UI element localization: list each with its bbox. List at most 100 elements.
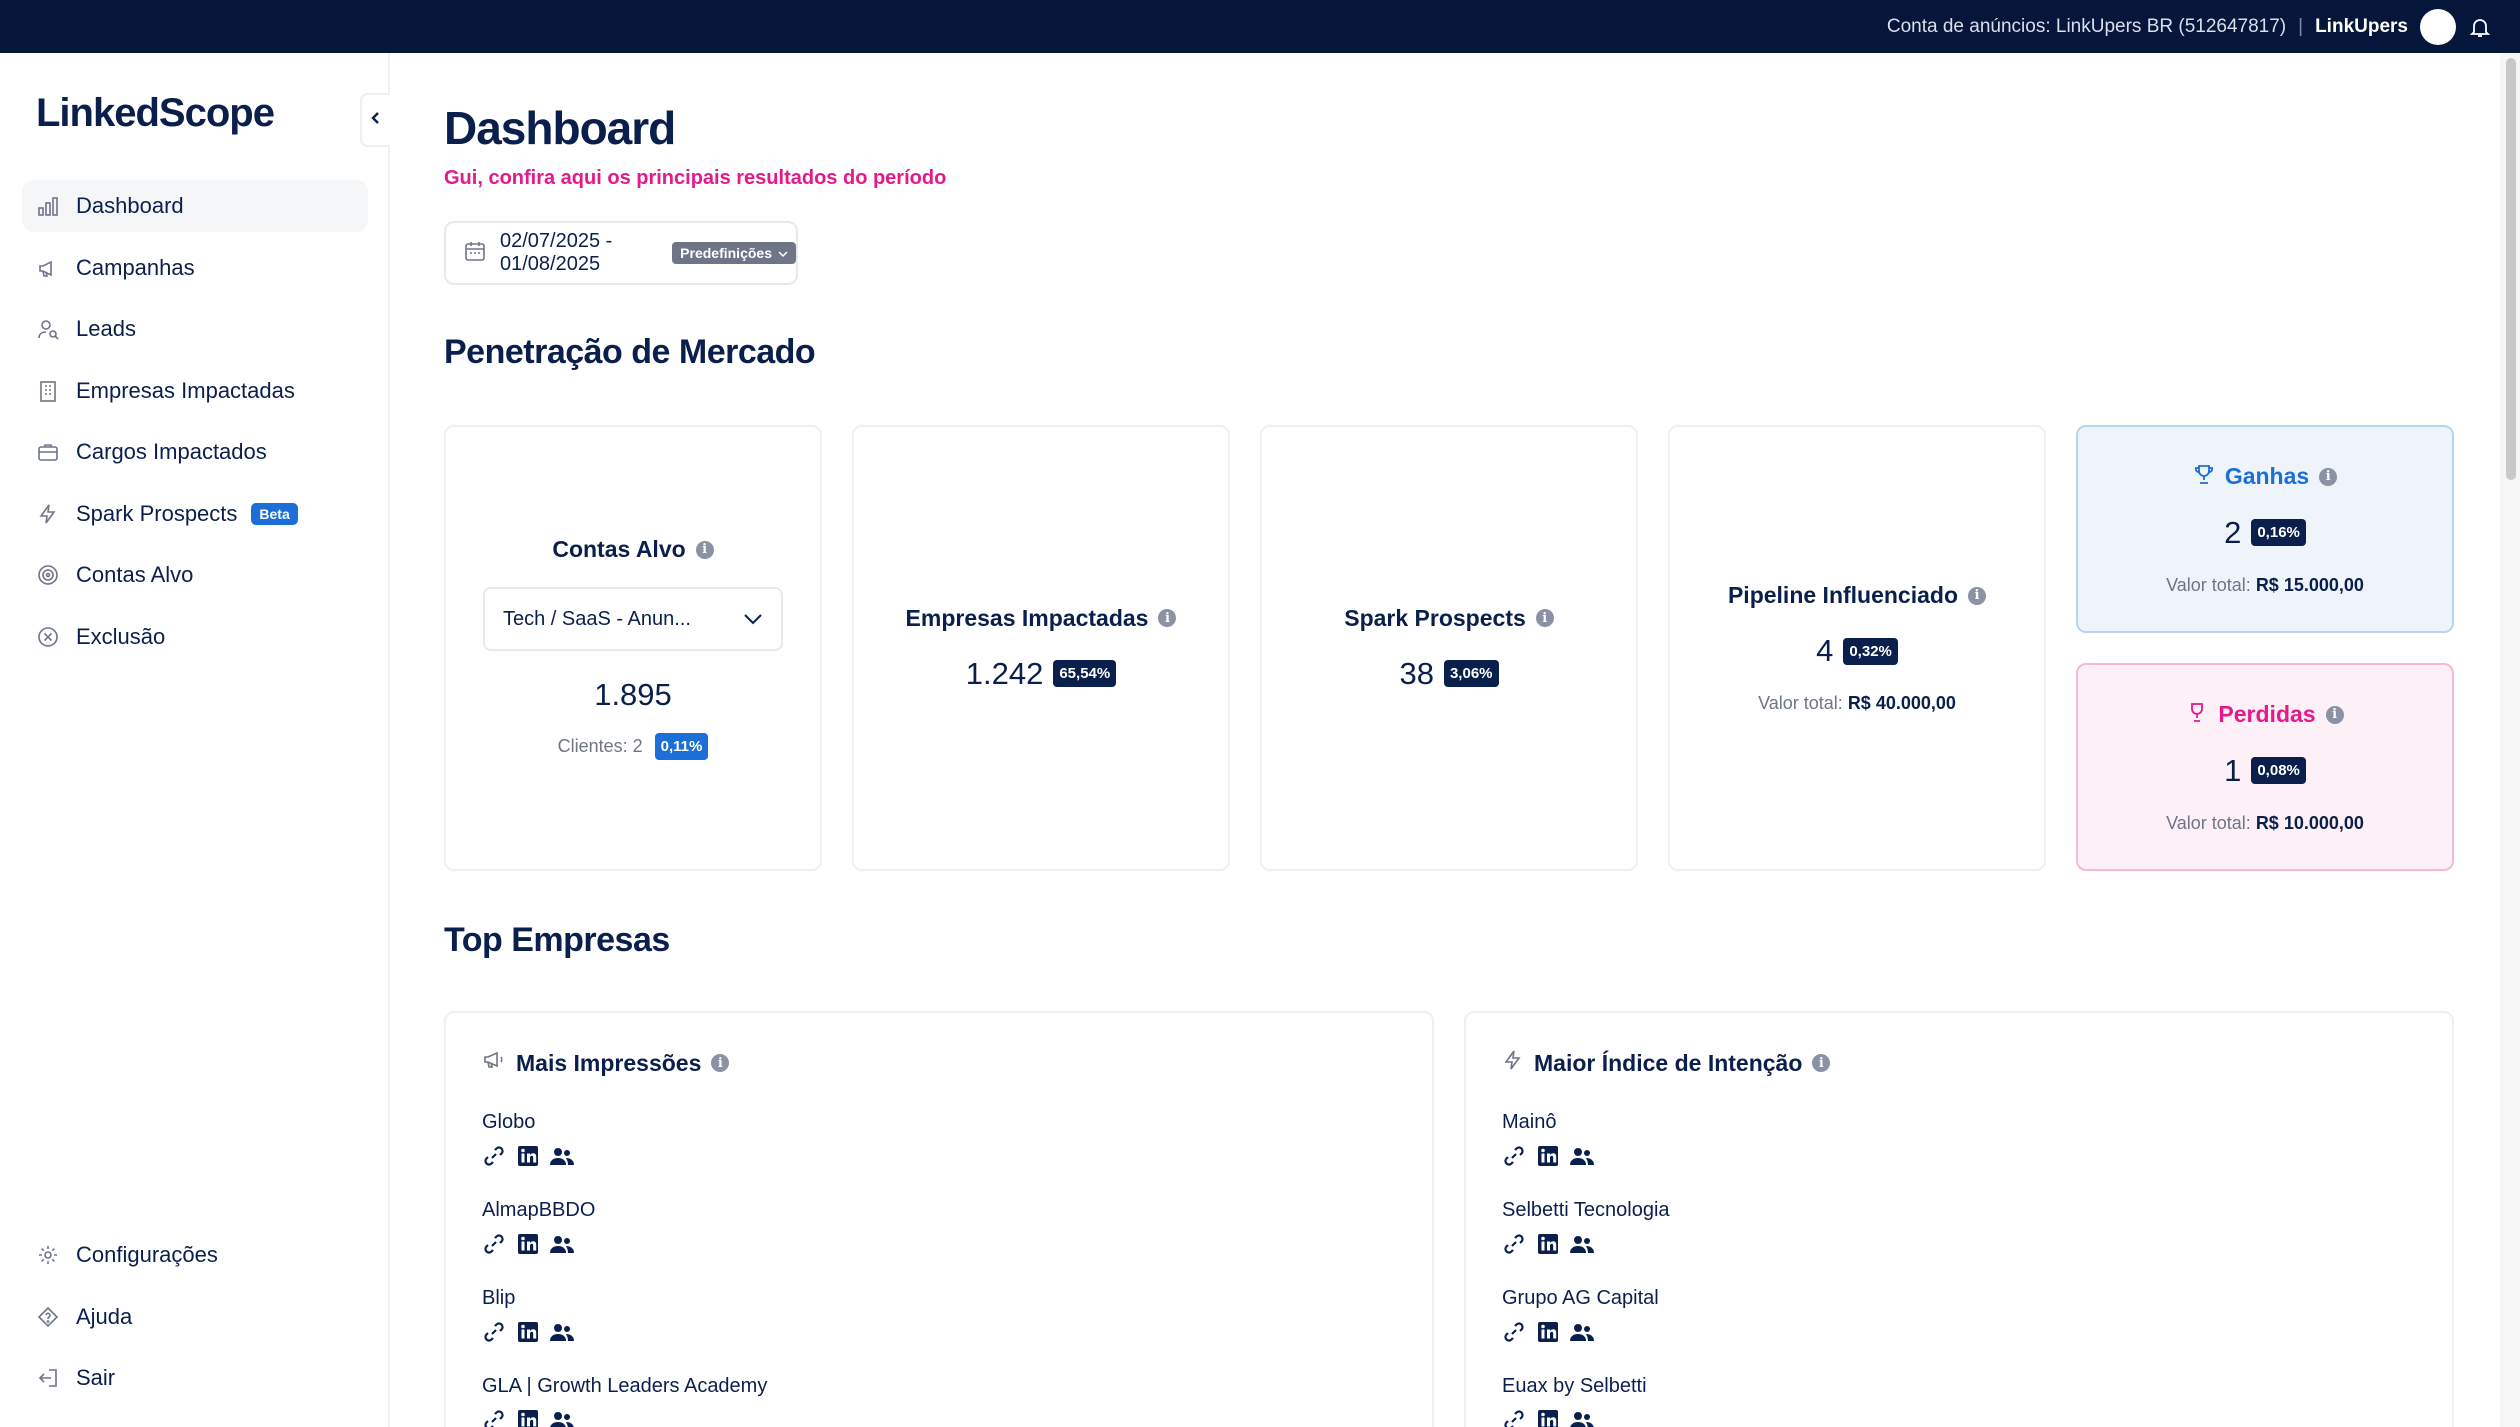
company-name: Globo: [482, 1111, 536, 1133]
info-icon[interactable]: i: [1535, 609, 1554, 627]
total-label: Valor total:: [2166, 812, 2251, 833]
linkedin-icon[interactable]: [1536, 1408, 1560, 1427]
perdidas-value: 1: [2224, 752, 2242, 788]
card-pipeline-influenciado: Pipeline Influenciado i 4 0,32% Valor to…: [1668, 425, 2046, 871]
card-contas-alvo: Contas Alvo i Tech / SaaS - Anun... 1.89…: [444, 425, 822, 871]
people-icon[interactable]: [1570, 1408, 1594, 1427]
card-title-text: Spark Prospects: [1344, 604, 1526, 631]
linkedin-icon[interactable]: [516, 1232, 540, 1256]
info-icon[interactable]: i: [1968, 586, 1987, 605]
sidebar-item-label: Sair: [76, 1365, 116, 1390]
sidebar-item-configuracoes[interactable]: Configurações: [22, 1229, 368, 1281]
card-title-text: Empresas Impactadas: [905, 604, 1149, 631]
sidebar-item-label: Campanhas: [76, 254, 195, 280]
linkedin-icon[interactable]: [516, 1408, 540, 1427]
linkedin-icon[interactable]: [516, 1320, 540, 1344]
user-name[interactable]: LinkUpers: [2315, 16, 2408, 38]
info-icon[interactable]: i: [695, 540, 714, 559]
linkedin-icon[interactable]: [1536, 1144, 1560, 1168]
pipeline-value: 4: [1816, 633, 1834, 668]
people-icon[interactable]: [550, 1320, 574, 1344]
people-icon[interactable]: [550, 1144, 574, 1168]
sidebar-item-ajuda[interactable]: Ajuda: [22, 1291, 368, 1343]
calendar-icon: [464, 240, 486, 267]
clients-line: Clientes: 2 0,11%: [558, 733, 709, 760]
link-icon[interactable]: [482, 1144, 506, 1168]
date-range-picker[interactable]: 02/07/2025 - 01/08/2025 Predefinições: [444, 221, 798, 285]
total-line: Valor total: R$ 15.000,00: [2166, 575, 2364, 596]
people-icon[interactable]: [1570, 1320, 1594, 1344]
collapse-sidebar-button[interactable]: [360, 93, 390, 147]
avatar[interactable]: [2420, 8, 2456, 45]
info-icon[interactable]: i: [1158, 609, 1177, 627]
company-name: Selbetti Tecnologia: [1502, 1199, 1670, 1221]
info-icon[interactable]: i: [2319, 467, 2338, 486]
sidebar-item-leads[interactable]: Leads: [22, 303, 368, 355]
sidebar-item-campanhas[interactable]: Campanhas: [22, 242, 368, 294]
sidebar-item-contas-alvo[interactable]: Contas Alvo: [22, 549, 368, 601]
people-icon[interactable]: [1570, 1232, 1594, 1256]
help-icon: [36, 1305, 60, 1329]
spark-value: 38: [1399, 655, 1434, 691]
link-icon[interactable]: [482, 1232, 506, 1256]
topbar-right: Conta de anúncios: LinkUpers BR (5126478…: [1887, 0, 2492, 53]
company-actions: [482, 1144, 767, 1168]
company-actions: [482, 1232, 767, 1256]
list-item: Grupo AG Capital: [1502, 1287, 1670, 1375]
sidebar-item-cargos-impactados[interactable]: Cargos Impactados: [22, 426, 368, 478]
sidebar-item-spark-prospects[interactable]: Spark Prospects Beta: [22, 488, 368, 540]
spark-pct-badge: 3,06%: [1443, 660, 1499, 687]
card-title: Mais Impressões i: [482, 1049, 730, 1077]
lightning-icon: [36, 502, 60, 526]
target-list-select[interactable]: Tech / SaaS - Anun...: [483, 587, 783, 651]
list-item: Euax by Selbetti: [1502, 1375, 1670, 1427]
info-icon[interactable]: i: [2325, 705, 2344, 724]
linkedin-icon[interactable]: [1536, 1232, 1560, 1256]
link-icon[interactable]: [482, 1320, 506, 1344]
sidebar-nav: Dashboard Campanhas Leads Empresas Impac…: [22, 180, 368, 672]
chevron-left-icon: [369, 110, 383, 131]
market-section-title: Penetração de Mercado: [444, 333, 816, 371]
logo[interactable]: LinkedScope: [36, 91, 275, 136]
company-actions: [1502, 1320, 1670, 1344]
sidebar-item-label: Ajuda: [76, 1303, 133, 1329]
link-icon[interactable]: [1502, 1144, 1526, 1168]
chevron-down-icon: [778, 245, 788, 261]
list-item: GLA | Growth Leaders Academy: [482, 1375, 767, 1427]
info-icon[interactable]: i: [1812, 1054, 1831, 1072]
sidebar-item-label: Empresas Impactadas: [76, 377, 295, 403]
linkedin-icon[interactable]: [1536, 1320, 1560, 1344]
bell-icon[interactable]: [2468, 15, 2492, 39]
company-name: Euax by Selbetti: [1502, 1375, 1647, 1397]
link-icon[interactable]: [1502, 1232, 1526, 1256]
sidebar: LinkedScope Dashboard Campanhas Leads Em…: [0, 53, 390, 1427]
sidebar-item-label: Dashboard: [76, 193, 184, 218]
page-subtitle: Gui, confira aqui os principais resultad…: [444, 167, 947, 189]
megaphone-icon: [36, 256, 60, 280]
info-icon[interactable]: i: [711, 1054, 730, 1072]
link-icon[interactable]: [1502, 1408, 1526, 1427]
presets-dropdown[interactable]: Predefinições: [672, 242, 796, 264]
target-icon: [36, 563, 60, 587]
card-title: Spark Prospects i: [1344, 605, 1554, 632]
top-companies-section-title: Top Empresas: [444, 921, 670, 959]
scrollbar-thumb[interactable]: [2506, 58, 2516, 480]
sidebar-item-exclusao[interactable]: Exclusão: [22, 611, 368, 663]
total-value: R$ 15.000,00: [2255, 574, 2364, 595]
total-label: Valor total:: [2166, 574, 2251, 595]
list-item: AlmapBBDO: [482, 1199, 767, 1287]
linkedin-icon[interactable]: [516, 1144, 540, 1168]
sidebar-item-empresas-impactadas[interactable]: Empresas Impactadas: [22, 365, 368, 417]
contas-alvo-value: 1.895: [594, 677, 672, 712]
link-icon[interactable]: [482, 1408, 506, 1427]
sidebar-item-label: Leads: [76, 316, 136, 341]
company-name: Mainô: [1502, 1111, 1557, 1133]
people-icon[interactable]: [1570, 1144, 1594, 1168]
card-spark-prospects: Spark Prospects i 38 3,06%: [1260, 425, 1638, 871]
ad-account-label[interactable]: Conta de anúncios: LinkUpers BR (5126478…: [1887, 16, 2286, 38]
people-icon[interactable]: [550, 1408, 574, 1427]
sidebar-item-dashboard[interactable]: Dashboard: [22, 180, 368, 232]
people-icon[interactable]: [550, 1232, 574, 1256]
sidebar-item-sair[interactable]: Sair: [22, 1352, 368, 1404]
link-icon[interactable]: [1502, 1320, 1526, 1344]
